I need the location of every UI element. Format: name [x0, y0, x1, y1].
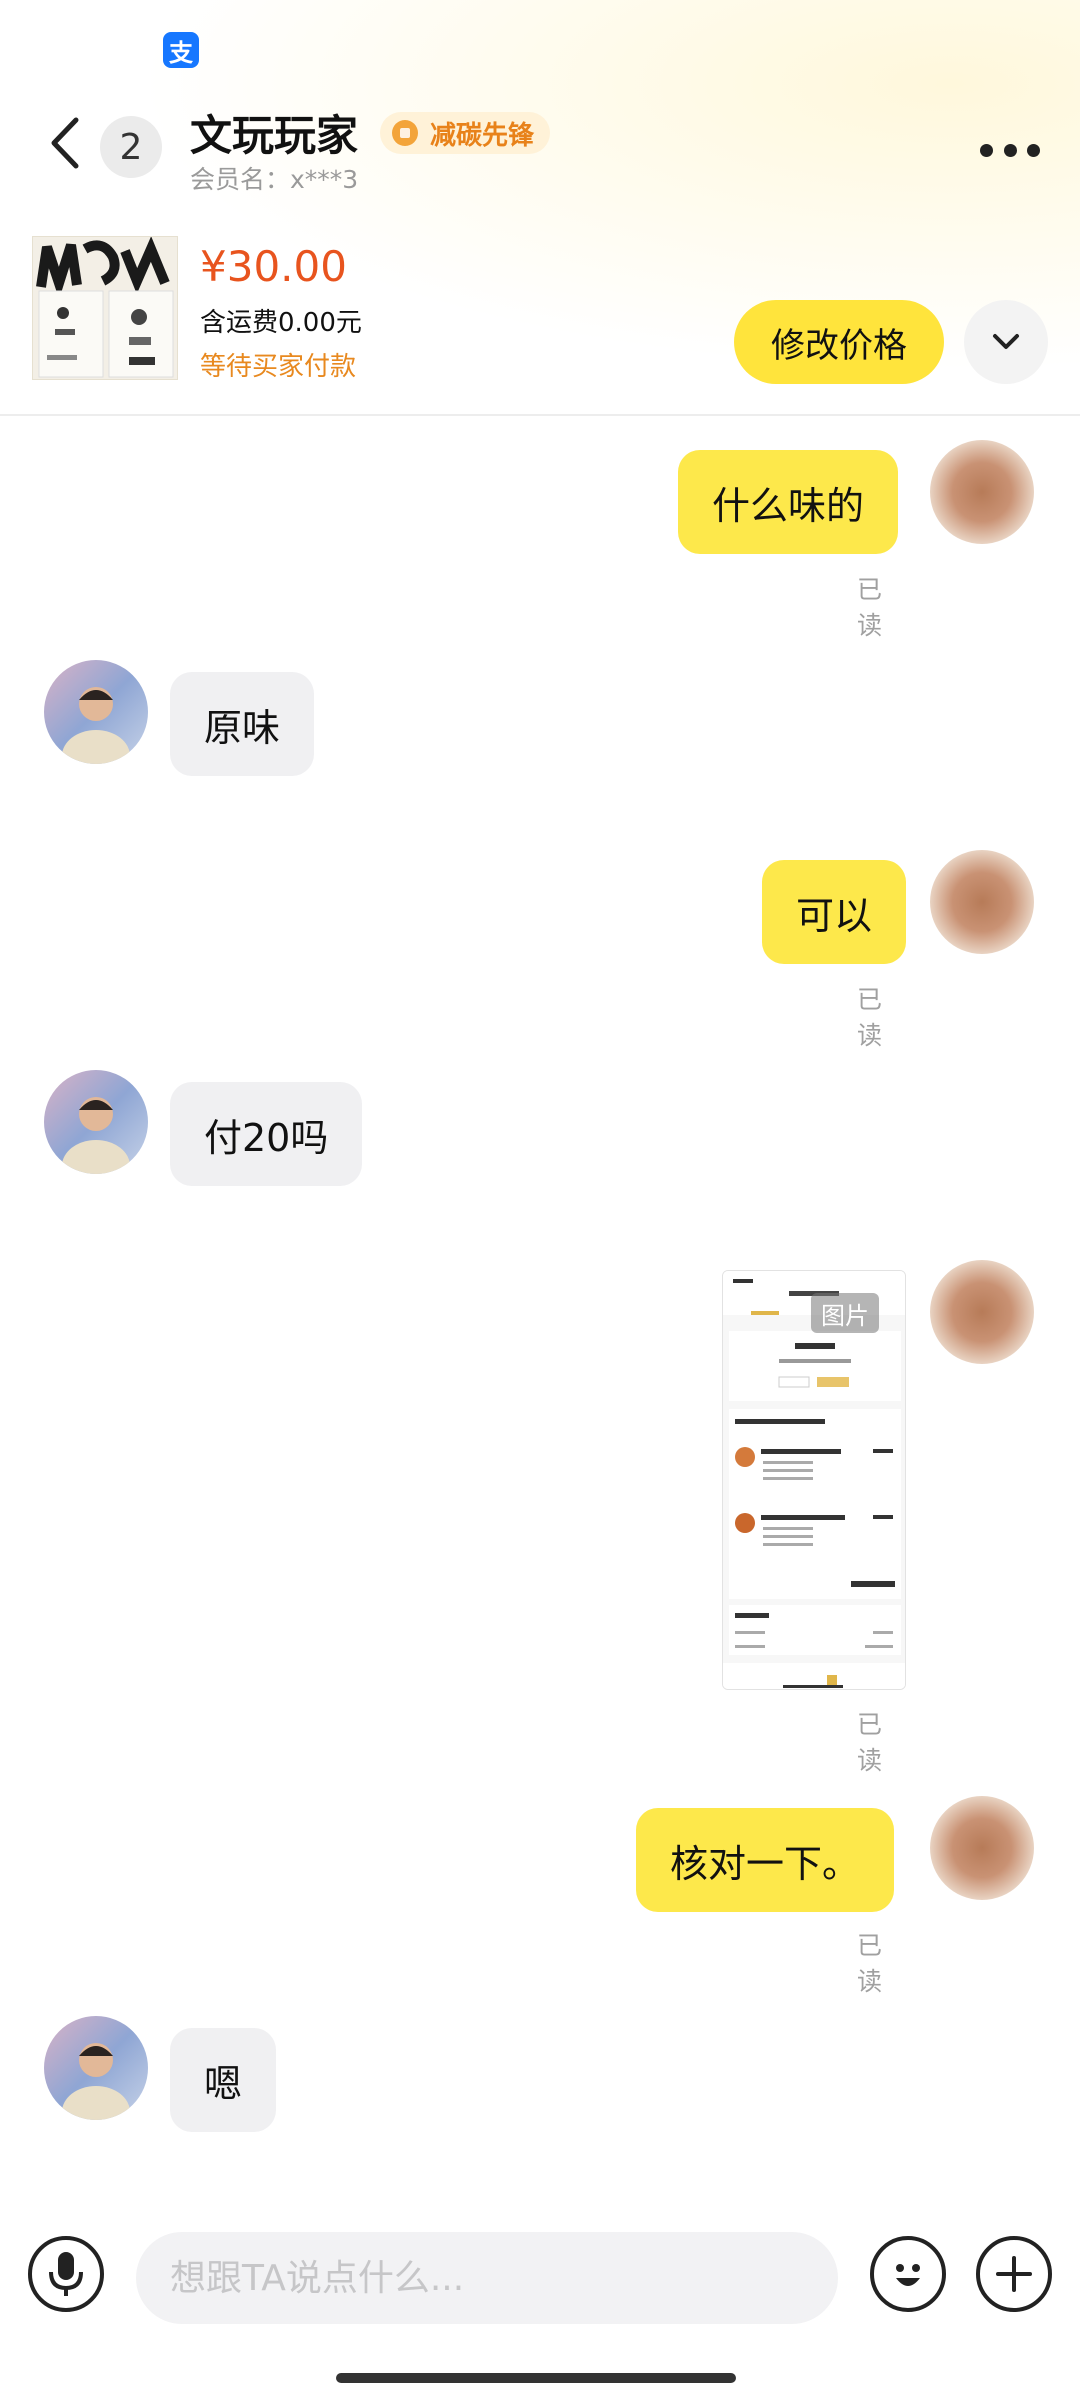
member-name: 会员名：x***3	[190, 165, 359, 194]
more-dot-icon	[1003, 143, 1017, 157]
message-input[interactable]	[136, 2232, 838, 2324]
carbon-pioneer-badge[interactable]: 减碳先锋	[380, 112, 551, 154]
more-dot-icon	[1027, 143, 1040, 157]
read-receipt: 已读	[857, 575, 883, 640]
read-receipt: 已读	[857, 985, 883, 1050]
header-divider	[0, 414, 1080, 416]
contact-name: 文玩玩家	[190, 111, 359, 160]
input-bar	[0, 2220, 1080, 2340]
back-button[interactable]	[40, 110, 90, 176]
product-card[interactable]: ¥30.00 含运费0.00元 等待买家付款 修改价格	[0, 226, 1080, 416]
message-bubble[interactable]: 付20吗	[170, 1082, 363, 1186]
message-bubble[interactable]: 可以	[762, 860, 907, 964]
alipay-icon: 支	[163, 32, 199, 68]
image-tag: 图片	[811, 1293, 879, 1333]
chat-header: 2 文玩玩家 减碳先锋 会员名：x***3	[0, 90, 1080, 210]
chevron-left-icon	[51, 117, 79, 169]
add-attachment-button[interactable]	[976, 2236, 1052, 2312]
message-bubble[interactable]: 什么味的	[678, 450, 899, 554]
smiley-icon	[896, 2264, 920, 2286]
more-options-button[interactable]	[980, 140, 1040, 160]
microphone-icon	[49, 2252, 83, 2296]
shipping-fee: 含运费0.00元	[200, 308, 362, 338]
voice-button[interactable]	[28, 2236, 104, 2312]
more-dot-icon	[980, 143, 993, 157]
product-price: ¥30.00	[200, 242, 347, 291]
my-avatar[interactable]	[930, 440, 1034, 544]
contact-avatar[interactable]	[44, 660, 148, 764]
my-avatar[interactable]	[930, 1796, 1034, 1900]
product-thumbnail[interactable]	[32, 236, 178, 380]
order-status: 等待买家付款	[200, 352, 357, 382]
edit-price-button[interactable]: 修改价格	[734, 300, 944, 384]
status-bar: 支	[0, 0, 1080, 80]
contact-avatar[interactable]	[44, 2016, 148, 2120]
message-bubble[interactable]: 嗯	[170, 2028, 277, 2132]
contact-avatar[interactable]	[44, 1070, 148, 1174]
home-indicator[interactable]	[336, 2373, 736, 2383]
message-bubble[interactable]: 核对一下。	[636, 1808, 895, 1912]
plus-icon	[996, 2256, 1032, 2292]
leaf-icon	[392, 120, 418, 146]
read-receipt: 已读	[857, 1710, 883, 1775]
image-message[interactable]: 图片	[722, 1270, 906, 1690]
badge-label: 减碳先锋	[430, 120, 535, 151]
expand-button[interactable]	[964, 300, 1048, 384]
my-avatar[interactable]	[930, 1260, 1034, 1364]
emoji-button[interactable]	[870, 2236, 946, 2312]
chevron-down-icon	[993, 334, 1019, 349]
unread-count-badge[interactable]: 2	[100, 116, 162, 178]
message-bubble[interactable]: 原味	[170, 672, 315, 776]
my-avatar[interactable]	[930, 850, 1034, 954]
read-receipt: 已读	[857, 1931, 883, 1996]
